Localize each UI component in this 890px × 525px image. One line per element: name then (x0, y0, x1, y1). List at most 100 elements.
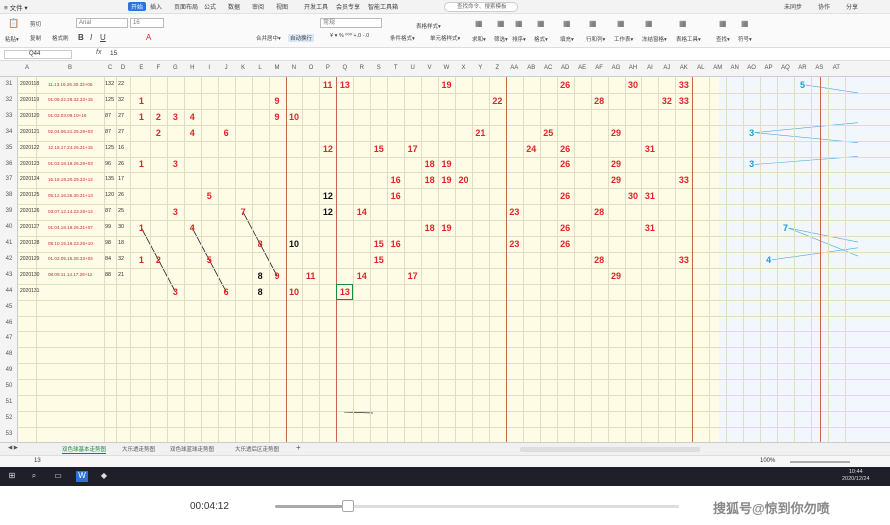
ball-number[interactable]: 2 (156, 112, 161, 122)
ball-number[interactable]: 28 (594, 255, 604, 265)
row-header-52[interactable]: 52 (0, 415, 18, 421)
row-header-42[interactable]: 42 (0, 256, 18, 262)
ball-number[interactable]: 33 (679, 96, 689, 106)
ball-number[interactable]: 5 (800, 80, 805, 90)
date-cell[interactable]: 2020126 (20, 208, 39, 214)
ball-number[interactable]: 29 (611, 271, 621, 281)
tab-9[interactable]: 智能工具箱 (368, 2, 398, 11)
sum-cell[interactable]: 135 (105, 176, 114, 182)
date-cell[interactable]: 2020118 (20, 81, 39, 87)
sheet-tab-3[interactable]: 大乐透后区走势图 (235, 445, 279, 453)
ribbon-icon-4[interactable]: ▦ (563, 19, 571, 28)
col-header-I[interactable]: I (201, 65, 218, 71)
ball-number[interactable]: 19 (442, 159, 452, 169)
ribbon-icon-8[interactable]: ▦ (679, 19, 687, 28)
ball-number[interactable]: 23 (509, 239, 519, 249)
span-cell[interactable]: 26 (118, 192, 124, 198)
sheet-tab-1[interactable]: 大乐透走势图 (122, 445, 155, 453)
col-header-AG[interactable]: AG (608, 65, 625, 71)
sum-cell[interactable]: 99 (105, 224, 111, 230)
spreadsheet-grid[interactable]: A B C D E F G H I J K L M N O P Q R S T U V W X Y Z AA AB AC AD AE AF AG… (0, 61, 890, 442)
col-header-M[interactable]: M (269, 65, 286, 71)
col-header-H[interactable]: H (184, 65, 201, 71)
draw-numbers-cell[interactable]: 02.04.06.21.25.29+03 (48, 129, 93, 134)
col-header-AE[interactable]: AE (574, 65, 591, 71)
ball-number[interactable]: 33 (679, 255, 689, 265)
col-header-AS[interactable]: AS (811, 65, 828, 71)
tab-1[interactable]: 插入 (150, 2, 162, 11)
row-header-37[interactable]: 37 (0, 176, 18, 182)
span-cell[interactable]: 27 (118, 129, 124, 135)
ball-number[interactable]: 3 (749, 159, 754, 169)
ribbon-btn-7[interactable]: 冻结窗格▾ (642, 35, 667, 43)
span-cell[interactable]: 25 (118, 208, 124, 214)
sync-status[interactable]: 未同步 (784, 2, 802, 11)
col-header-F[interactable]: F (150, 65, 167, 71)
span-cell[interactable]: 30 (118, 224, 124, 230)
row-header-32[interactable]: 32 (0, 97, 18, 103)
sum-cell[interactable]: 84 (105, 256, 111, 262)
row-header-44[interactable]: 44 (0, 288, 18, 294)
task-view-icon[interactable]: ▭ (52, 471, 64, 482)
col-header-AC[interactable]: AC (540, 65, 557, 71)
ball-number[interactable]: 1 (139, 159, 144, 169)
col-header-AA[interactable]: AA (506, 65, 523, 71)
tab-4[interactable]: 数据 (228, 2, 240, 11)
ball-number[interactable]: 26 (560, 159, 570, 169)
span-cell[interactable]: 22 (118, 81, 124, 87)
col-header-AN[interactable]: AN (726, 65, 743, 71)
row-header-36[interactable]: 36 (0, 161, 18, 167)
ball-number[interactable]: 23 (509, 207, 519, 217)
sum-cell[interactable]: 87 (105, 129, 111, 135)
row-header-47[interactable]: 47 (0, 335, 18, 341)
ball-number[interactable]: 1 (139, 96, 144, 106)
seek-handle[interactable] (341, 500, 354, 512)
ball-number[interactable]: 17 (408, 271, 418, 281)
row-header-39[interactable]: 39 (0, 208, 18, 214)
sum-cell[interactable]: 132 (105, 81, 114, 87)
col-header-Y[interactable]: Y (472, 65, 489, 71)
col-header-X[interactable]: X (455, 65, 472, 71)
span-cell[interactable]: 17 (118, 176, 124, 182)
span-cell[interactable]: 32 (118, 256, 124, 262)
ball-number[interactable]: 26 (560, 239, 570, 249)
ribbon-icon-6[interactable]: ▦ (617, 19, 625, 28)
conditional-format-button[interactable]: 条件格式▾ (390, 34, 415, 42)
zoom-slider[interactable] (790, 461, 850, 463)
ribbon-btn-0[interactable]: 求和▾ (472, 35, 486, 43)
ball-number[interactable]: 29 (611, 175, 621, 185)
ball-number[interactable]: 3 (173, 287, 178, 297)
col-header-V[interactable]: V (421, 65, 438, 71)
col-header-AQ[interactable]: AQ (777, 65, 794, 71)
col-header-AP[interactable]: AP (760, 65, 777, 71)
col-header-AM[interactable]: AM (709, 65, 726, 71)
row-header-40[interactable]: 40 (0, 224, 18, 230)
ball-number[interactable]: 28 (594, 207, 604, 217)
ball-number[interactable]: 31 (645, 223, 655, 233)
col-header-AI[interactable]: AI (641, 65, 658, 71)
sheet-tab-2[interactable]: 双色球蓝球走势图 (170, 445, 214, 453)
font-size-box[interactable]: 16 (130, 18, 164, 28)
ball-number[interactable]: 10 (289, 287, 299, 297)
ribbon-icon-0[interactable]: ▦ (475, 19, 483, 28)
ball-number[interactable]: 26 (560, 191, 570, 201)
add-sheet-button[interactable]: + (296, 443, 301, 452)
ball-number[interactable]: 33 (679, 175, 689, 185)
ball-number[interactable]: 16 (391, 191, 401, 201)
formula-input[interactable]: 15 (110, 50, 117, 57)
ball-number[interactable]: 29 (611, 159, 621, 169)
ball-number[interactable]: 12 (323, 191, 333, 201)
tab-5[interactable]: 审阅 (252, 2, 264, 11)
col-header-AR[interactable]: AR (794, 65, 811, 71)
draw-numbers-cell[interactable]: 08.09.11.14.17.29+12 (48, 272, 93, 277)
col-header-AT[interactable]: AT (828, 65, 845, 71)
col-header-D[interactable]: D (116, 65, 130, 71)
col-header-AJ[interactable]: AJ (658, 65, 675, 71)
date-cell[interactable]: 2020125 (20, 192, 39, 198)
ball-number[interactable]: 10 (289, 239, 299, 249)
ball-number[interactable]: 6 (224, 128, 229, 138)
ribbon-btn-10[interactable]: 符号▾ (738, 35, 752, 43)
row-header-46[interactable]: 46 (0, 320, 18, 326)
draw-numbers-cell[interactable]: 03.07.12.14.23.28+14 (48, 209, 93, 214)
ribbon-btn-3[interactable]: 格式▾ (534, 35, 548, 43)
